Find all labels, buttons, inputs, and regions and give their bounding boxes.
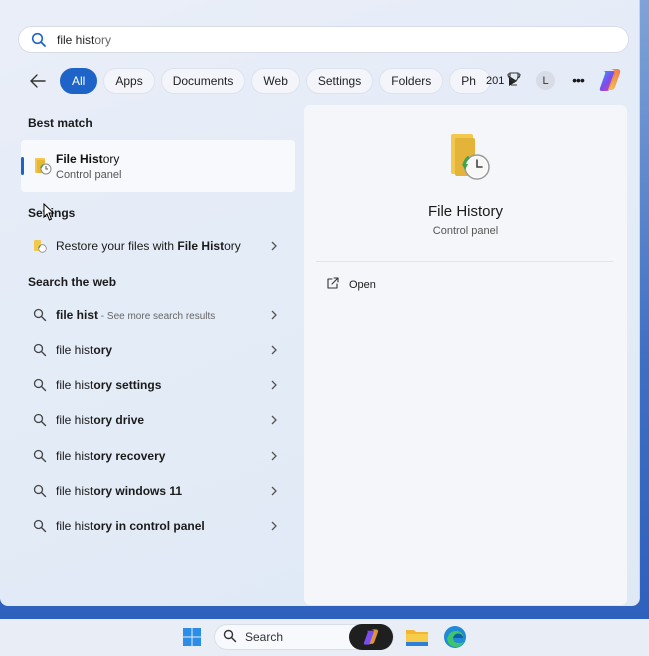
best-match-subtitle: Control panel xyxy=(56,169,122,181)
search-query-typed: file hist xyxy=(57,32,95,47)
best-match-name: File History xyxy=(56,152,119,166)
search-icon xyxy=(33,343,47,357)
web-result-muted: - See more search results xyxy=(98,311,216,322)
search-input[interactable]: file history xyxy=(18,26,629,53)
preview-pane: File History Control panel Open xyxy=(304,105,627,605)
web-result-bold: file hist xyxy=(56,343,94,357)
best-match-heading: Best match xyxy=(28,116,93,130)
settings-result-label: Restore your files with File History xyxy=(56,239,241,253)
web-result-rest: ory settings xyxy=(93,378,162,392)
tab-photos[interactable]: Ph xyxy=(449,68,492,94)
search-icon xyxy=(33,378,47,392)
web-result-bold: file hist xyxy=(56,519,94,533)
settings-result-rest: ory xyxy=(224,239,241,253)
preview-subtitle: Control panel xyxy=(432,225,499,237)
web-result-bold: file hist xyxy=(56,308,99,322)
web-result-label: file history xyxy=(56,343,112,357)
web-result[interactable]: file history settings xyxy=(21,370,295,400)
web-result-rest: ory drive xyxy=(93,413,145,427)
file-explorer-icon[interactable] xyxy=(405,626,429,648)
best-match-name-bold: File Hist xyxy=(56,152,103,166)
selection-indicator xyxy=(21,157,24,175)
web-result-label: file history drive xyxy=(56,413,144,427)
file-history-icon xyxy=(33,156,53,176)
chevron-right-icon xyxy=(269,240,279,252)
tab-apps[interactable]: Apps xyxy=(103,68,155,94)
search-query-suggestion: ory xyxy=(94,32,112,47)
web-result[interactable]: file history drive xyxy=(21,405,295,435)
web-result-label: file history windows 11 xyxy=(56,484,182,498)
web-result-label: file hist - See more search results xyxy=(56,308,215,322)
web-result-bold: file hist xyxy=(56,449,94,463)
chevron-right-icon xyxy=(269,379,279,391)
edge-browser-icon[interactable] xyxy=(443,625,467,649)
chevron-right-icon xyxy=(269,485,279,497)
web-result-rest: ory in control panel xyxy=(93,519,205,533)
trophy-icon xyxy=(507,72,521,89)
chevron-right-icon xyxy=(269,414,279,426)
preview-title: File History xyxy=(427,203,503,220)
search-icon xyxy=(33,484,47,498)
web-result-bold: file hist xyxy=(56,413,94,427)
web-result[interactable]: file history xyxy=(21,335,295,365)
copilot-icon[interactable] xyxy=(597,67,623,93)
search-icon xyxy=(31,31,49,49)
tab-settings[interactable]: Settings xyxy=(305,68,374,94)
windows-start-icon[interactable] xyxy=(176,621,208,653)
web-result[interactable]: file history in control panel xyxy=(21,511,295,541)
avatar[interactable]: L xyxy=(536,71,555,90)
tab-folders[interactable]: Folders xyxy=(379,68,444,94)
preview-divider xyxy=(316,261,613,262)
search-icon xyxy=(223,629,237,646)
start-search-panel: file history All Apps Documents Web Sett… xyxy=(0,0,640,606)
file-history-settings-icon xyxy=(33,239,47,253)
chevron-right-icon xyxy=(269,450,279,462)
more-options-icon[interactable]: ••• xyxy=(569,70,587,90)
web-result-rest: ory recovery xyxy=(93,449,166,463)
settings-result-text: Restore your files with xyxy=(56,239,178,253)
web-result-label: file history settings xyxy=(56,378,161,392)
tab-web[interactable]: Web xyxy=(251,68,300,94)
web-heading: Search the web xyxy=(28,275,117,289)
web-result-bold: file hist xyxy=(56,484,94,498)
web-result-rest: ory windows 11 xyxy=(93,484,183,498)
tab-all[interactable]: All xyxy=(60,68,98,94)
taskbar-search-label: Search xyxy=(245,630,284,644)
search-icon xyxy=(33,308,47,322)
open-action[interactable]: Open xyxy=(326,277,376,293)
open-label: Open xyxy=(349,279,376,291)
settings-result[interactable]: Restore your files with File History xyxy=(21,231,295,261)
taskbar-search[interactable]: Search xyxy=(214,624,394,650)
search-icon xyxy=(33,413,47,427)
best-match-name-rest: ory xyxy=(102,152,120,166)
taskbar: Search xyxy=(0,619,649,656)
chevron-right-icon xyxy=(269,520,279,532)
web-result-label: file history recovery xyxy=(56,449,165,463)
file-history-large-icon xyxy=(445,132,493,182)
web-result-rest: ory xyxy=(93,343,113,357)
search-query[interactable]: file history xyxy=(57,33,111,47)
best-match-result[interactable]: File History Control panel xyxy=(21,140,295,192)
chevron-right-icon xyxy=(269,344,279,356)
web-result[interactable]: file history windows 11 xyxy=(21,476,295,506)
tab-documents[interactable]: Documents xyxy=(160,68,246,94)
open-external-icon xyxy=(326,277,339,293)
settings-result-bold: File Hist xyxy=(177,239,225,253)
rewards-points-value: 201 xyxy=(486,74,505,87)
search-icon xyxy=(33,519,47,533)
web-result[interactable]: file history recovery xyxy=(21,441,295,471)
search-icon xyxy=(33,449,47,463)
web-result-bold: file hist xyxy=(56,378,94,392)
web-result-label: file history in control panel xyxy=(56,519,205,533)
taskbar-copilot-icon[interactable] xyxy=(349,624,393,650)
chevron-right-icon xyxy=(269,309,279,321)
back-arrow-icon[interactable] xyxy=(26,69,50,93)
web-result[interactable]: file hist - See more search results xyxy=(21,300,295,330)
rewards-points[interactable]: 201 xyxy=(486,72,521,89)
filter-tabs: All Apps Documents Web Settings Folders … xyxy=(26,67,525,95)
mouse-cursor-icon xyxy=(43,202,55,221)
